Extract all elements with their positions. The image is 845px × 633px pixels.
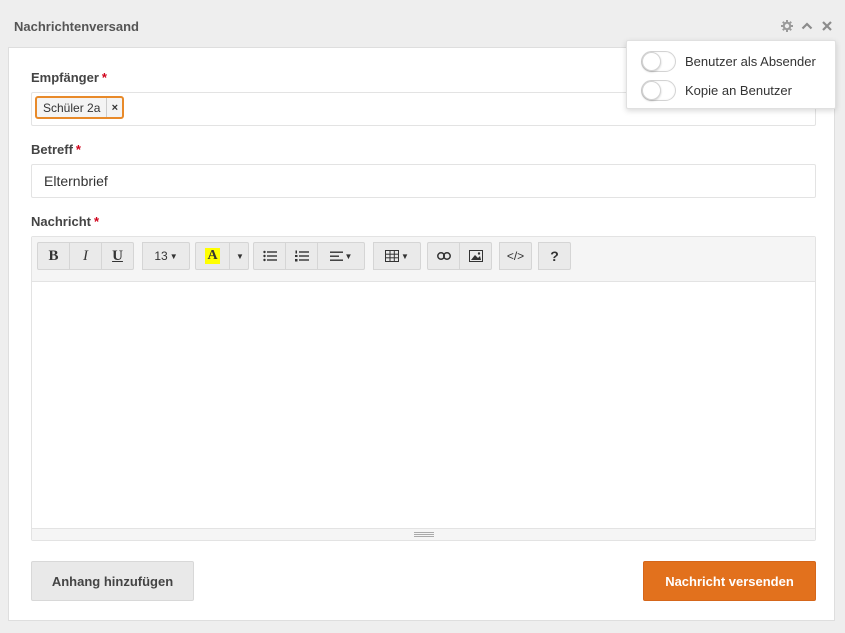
table-icon [385, 250, 400, 262]
font-size-dropdown[interactable]: 13 ▼ [142, 242, 190, 270]
highlight-icon: A [205, 248, 220, 264]
bullet-list-button[interactable] [253, 242, 286, 270]
editor-resize-handle[interactable] [32, 528, 815, 540]
code-group: </> [499, 242, 532, 270]
insert-group [427, 242, 492, 270]
toggle-knob [642, 80, 661, 100]
panel-controls [781, 20, 833, 32]
panel-title: Nachrichtenversand [14, 19, 139, 34]
bold-button[interactable]: B [37, 242, 70, 270]
caret-down-icon: ▼ [236, 251, 244, 261]
table-dropdown[interactable]: ▼ [373, 242, 421, 270]
link-icon [436, 252, 451, 260]
copy-to-user-label: Kopie an Benutzer [685, 82, 792, 98]
chevron-up-icon[interactable] [801, 20, 813, 32]
subject-label: Betreff * [31, 142, 81, 157]
help-group: ? [538, 242, 571, 270]
link-button[interactable] [427, 242, 460, 270]
paragraph-group: ▼ [253, 242, 365, 270]
message-body-editor[interactable] [32, 282, 815, 530]
settings-dropdown: Benutzer als Absender Kopie an Benutzer [626, 40, 836, 109]
remove-recipient-button[interactable]: × [106, 98, 122, 117]
align-left-icon [329, 251, 343, 261]
caret-down-icon: ▼ [169, 251, 178, 261]
required-mark: * [101, 70, 107, 85]
code-view-button[interactable]: </> [499, 242, 532, 270]
help-button[interactable]: ? [538, 242, 571, 270]
panel-body: Empfänger* Schüler 2a × Betreff* Nachric… [8, 47, 835, 621]
underline-button[interactable]: U [101, 242, 134, 270]
subject-input[interactable] [31, 164, 816, 198]
image-button[interactable] [459, 242, 492, 270]
required-mark: * [93, 214, 100, 229]
grip-icon [413, 532, 434, 537]
recipients-label: Empfänger * [31, 70, 107, 85]
sender-as-user-label: Benutzer als Absender [685, 53, 816, 69]
subject-label-text: Betreff [31, 142, 73, 157]
font-size-value: 13 [154, 249, 168, 263]
recipients-label-text: Empfänger [31, 70, 99, 85]
required-mark: * [75, 142, 81, 157]
numbered-list-button[interactable] [285, 242, 318, 270]
toggle-knob [642, 51, 661, 71]
sender-as-user-toggle[interactable] [641, 50, 676, 72]
image-icon [468, 250, 483, 262]
editor-toolbar: B I U 13 ▼ A ▼ ▼ ▼ </> ? [32, 237, 815, 282]
message-label: Nachricht * [31, 214, 99, 229]
message-label-text: Nachricht [31, 214, 91, 229]
caret-down-icon: ▼ [401, 251, 409, 261]
bullet-list-icon [262, 250, 277, 262]
gear-icon[interactable] [781, 20, 793, 32]
align-dropdown[interactable]: ▼ [317, 242, 365, 270]
highlight-button[interactable]: A [195, 242, 230, 270]
font-size-group: 13 ▼ [142, 242, 190, 270]
copy-to-user-toggle[interactable] [641, 79, 676, 101]
caret-down-icon: ▼ [344, 251, 353, 261]
send-message-button[interactable]: Nachricht versenden [643, 561, 816, 601]
recipient-tag-label: Schüler 2a [43, 100, 101, 115]
numbered-list-icon [294, 250, 309, 262]
add-attachment-button[interactable]: Anhang hinzufügen [31, 561, 194, 601]
message-editor: B I U 13 ▼ A ▼ ▼ ▼ </> ? [31, 236, 816, 541]
copy-to-user-option: Kopie an Benutzer [641, 79, 792, 101]
sender-as-user-option: Benutzer als Absender [641, 50, 816, 72]
italic-button[interactable]: I [69, 242, 102, 270]
highlight-group: A ▼ [195, 242, 249, 270]
table-group: ▼ [373, 242, 421, 270]
format-group: B I U [37, 242, 134, 270]
recipient-tag[interactable]: Schüler 2a × [35, 96, 125, 119]
highlight-color-dropdown[interactable]: ▼ [229, 242, 249, 270]
close-icon[interactable] [821, 20, 833, 32]
